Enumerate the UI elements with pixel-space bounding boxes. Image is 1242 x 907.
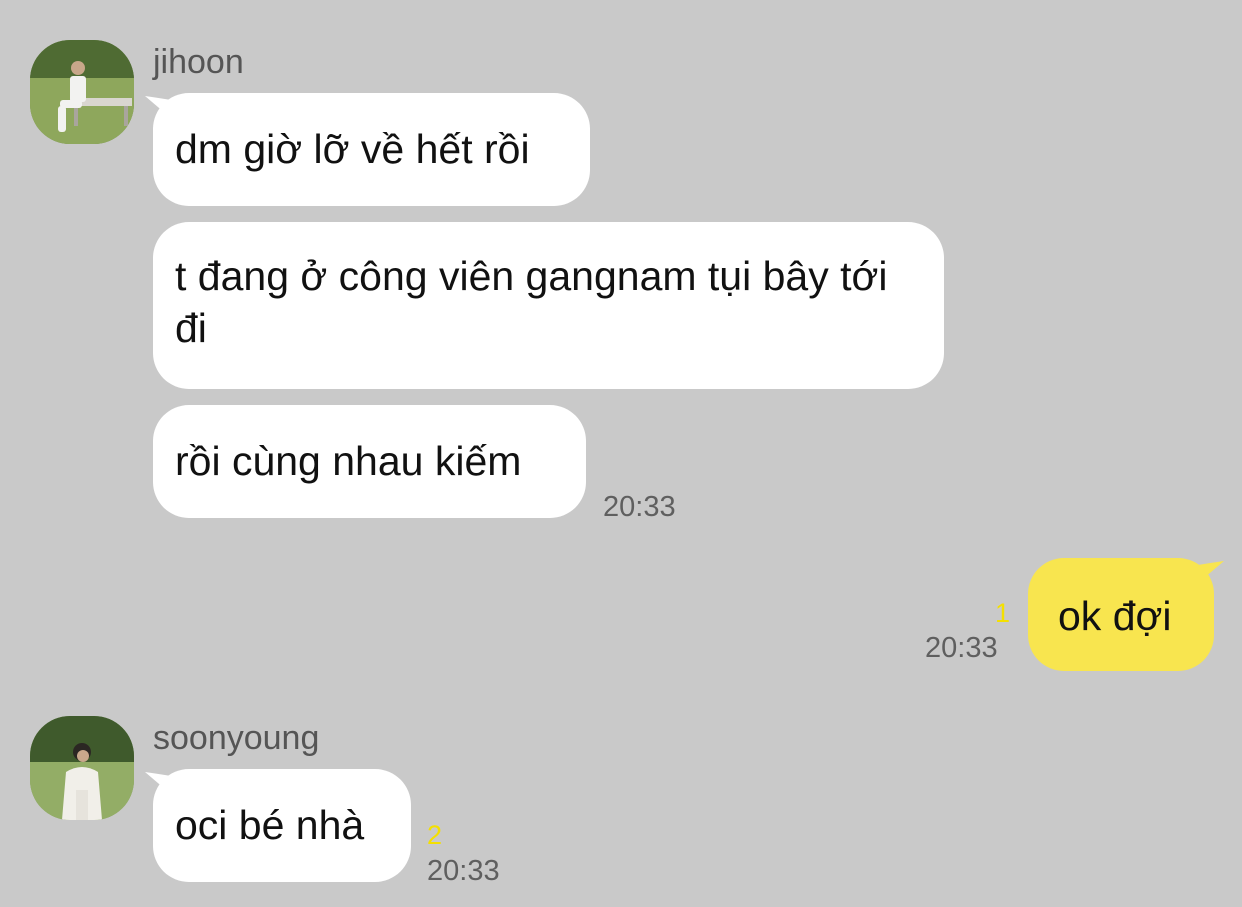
message-text: rồi cùng nhau kiếm xyxy=(175,438,522,484)
message-timestamp: 20:33 xyxy=(925,632,998,664)
message-bubble[interactable]: rồi cùng nhau kiếm xyxy=(153,405,586,518)
avatar-soonyoung[interactable] xyxy=(30,716,134,820)
message-text: oci bé nhà xyxy=(175,802,365,848)
unread-count: 1 xyxy=(995,598,1011,628)
sender-name: soonyoung xyxy=(153,719,320,757)
sender-name: jihoon xyxy=(153,43,244,81)
avatar-jihoon[interactable] xyxy=(30,40,134,144)
message-bubble-mine[interactable]: ok đợi xyxy=(1028,558,1214,671)
message-bubble[interactable]: oci bé nhà xyxy=(153,769,411,882)
message-text: ok đợi xyxy=(1058,593,1172,639)
message-bubble[interactable]: dm giờ lỡ về hết rồi xyxy=(153,93,590,206)
message-bubble[interactable]: t đang ở công viên gangnam tụi bây tới đ… xyxy=(153,222,944,389)
unread-count: 2 xyxy=(427,820,443,850)
profile-photo-icon xyxy=(30,40,134,144)
message-timestamp: 20:33 xyxy=(603,491,676,523)
message-text: dm giờ lỡ về hết rồi xyxy=(175,126,530,172)
profile-photo-icon xyxy=(30,716,134,820)
message-text: t đang ở công viên gangnam tụi bây tới đ… xyxy=(175,253,888,351)
message-timestamp: 20:33 xyxy=(427,855,500,887)
